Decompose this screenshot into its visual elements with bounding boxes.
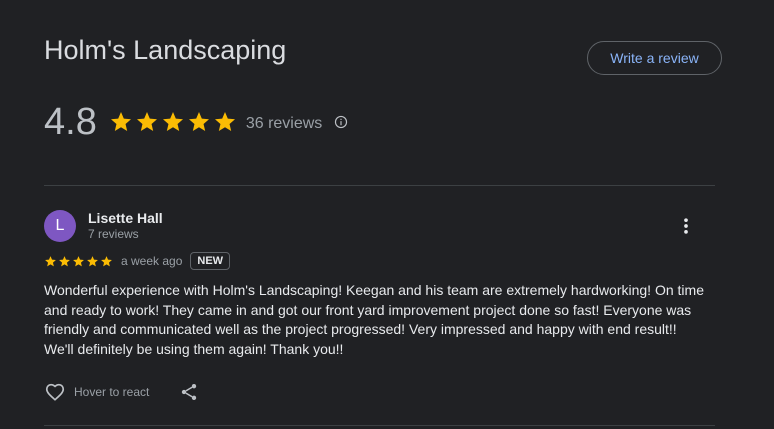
star-icon xyxy=(101,255,112,266)
business-title: Holm's Landscaping xyxy=(44,35,287,65)
more-vert-icon xyxy=(684,218,688,234)
star-icon xyxy=(136,112,157,131)
divider xyxy=(44,185,715,186)
rating-value: 4.8 xyxy=(44,100,97,143)
rating-stars xyxy=(109,110,237,134)
rating-summary: 4.8 36 reviews xyxy=(44,100,348,144)
share-icon[interactable] xyxy=(179,382,199,402)
star-icon xyxy=(73,255,84,266)
info-icon[interactable] xyxy=(334,115,348,129)
avatar[interactable]: L xyxy=(44,210,76,242)
review-time: a week ago xyxy=(121,254,183,268)
star-icon xyxy=(188,112,209,131)
reviewer-name[interactable]: Lisette Hall xyxy=(88,210,163,226)
star-icon xyxy=(214,112,235,131)
star-icon xyxy=(110,112,131,131)
star-icon xyxy=(45,255,56,266)
heart-outline-icon[interactable] xyxy=(44,381,66,403)
review-meta: a week ago NEW xyxy=(44,250,231,272)
review-actions: Hover to react xyxy=(44,380,199,404)
more-options-button[interactable] xyxy=(672,212,700,240)
react-label[interactable]: Hover to react xyxy=(74,385,149,399)
reviews-panel: Holm's Landscaping Write a review 4.8 36… xyxy=(0,0,774,429)
star-icon xyxy=(87,255,98,266)
reviewer-review-count: 7 reviews xyxy=(88,227,139,241)
star-icon xyxy=(162,112,183,131)
divider xyxy=(44,425,715,426)
reviews-count: 36 reviews xyxy=(245,115,323,132)
review-text: Wonderful experience with Holm's Landsca… xyxy=(44,282,704,357)
write-review-button[interactable]: Write a review xyxy=(587,41,722,75)
star-icon xyxy=(59,255,70,266)
new-badge: NEW xyxy=(190,252,231,270)
review-stars xyxy=(44,255,113,268)
